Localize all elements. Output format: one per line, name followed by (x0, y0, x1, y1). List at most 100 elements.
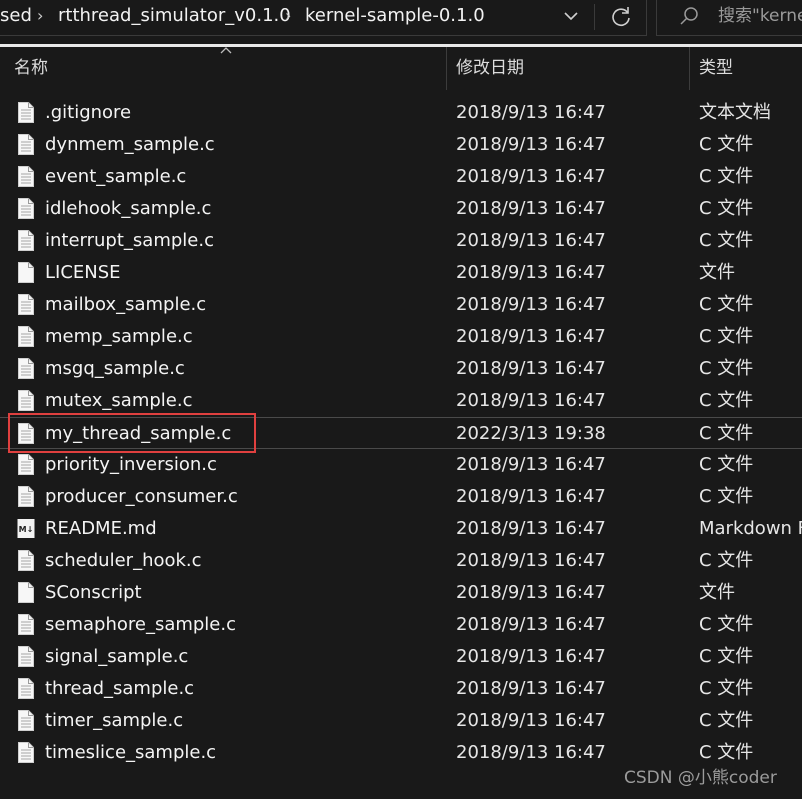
file-type: C 文件 (699, 326, 754, 347)
column-header-type[interactable]: 类型 (699, 56, 733, 80)
c-file-icon (18, 710, 34, 731)
file-row[interactable]: .gitignore 2018/9/13 16:47 文本文档 (0, 97, 802, 129)
address-divider (594, 4, 595, 30)
file-type: 文本文档 (699, 102, 771, 123)
search-placeholder[interactable]: 搜索"kerne (718, 3, 802, 29)
breadcrumb-parent[interactable]: sed (0, 3, 32, 29)
file-row[interactable]: scheduler_hook.c 2018/9/13 16:47 C 文件 (0, 545, 802, 577)
file-name[interactable]: LICENSE (45, 260, 121, 286)
file-row[interactable]: producer_consumer.c 2018/9/13 16:47 C 文件 (0, 481, 802, 513)
column-header-name[interactable]: 名称 (14, 56, 48, 80)
file-modified-date: 2018/9/13 16:47 (456, 614, 606, 635)
c-file-icon (18, 678, 34, 699)
file-name[interactable]: scheduler_hook.c (45, 548, 202, 574)
file-row[interactable]: priority_inversion.c 2018/9/13 16:47 C 文件 (0, 449, 802, 481)
file-name[interactable]: semaphore_sample.c (45, 612, 236, 638)
file-name[interactable]: timer_sample.c (45, 708, 183, 734)
file-row[interactable]: thread_sample.c 2018/9/13 16:47 C 文件 (0, 673, 802, 705)
file-name[interactable]: README.md (45, 516, 157, 542)
file-row[interactable]: SConscript 2018/9/13 16:47 文件 (0, 577, 802, 609)
file-row[interactable]: LICENSE 2018/9/13 16:47 文件 (0, 257, 802, 289)
file-type: C 文件 (699, 486, 754, 507)
file-type: Markdown F (699, 518, 802, 539)
file-type: C 文件 (699, 230, 754, 251)
column-resize-handle[interactable] (446, 47, 447, 90)
breadcrumb-separator[interactable]: › (285, 3, 291, 29)
search-box[interactable]: 搜索"kerne (656, 0, 802, 36)
c-file-icon (18, 550, 34, 571)
file-type: C 文件 (699, 134, 754, 155)
file-name[interactable]: timeslice_sample.c (45, 740, 216, 766)
file-type: C 文件 (699, 358, 754, 379)
file-row[interactable]: timer_sample.c 2018/9/13 16:47 C 文件 (0, 705, 802, 737)
file-row[interactable]: mailbox_sample.c 2018/9/13 16:47 C 文件 (0, 289, 802, 321)
file-name[interactable]: .gitignore (45, 100, 131, 126)
file-type: C 文件 (699, 454, 754, 475)
file-row[interactable]: my_thread_sample.c 2022/3/13 19:38 C 文件 (0, 417, 802, 449)
file-modified-date: 2018/9/13 16:47 (456, 518, 606, 539)
blank-file-icon (18, 582, 34, 603)
file-name[interactable]: msgq_sample.c (45, 356, 185, 382)
c-file-icon (18, 742, 34, 763)
watermark: CSDN @小熊coder (624, 768, 777, 788)
file-modified-date: 2022/3/13 19:38 (456, 423, 606, 444)
file-modified-date: 2018/9/13 16:47 (456, 486, 606, 507)
file-modified-date: 2018/9/13 16:47 (456, 230, 606, 251)
file-name[interactable]: mutex_sample.c (45, 388, 192, 414)
c-file-icon (18, 390, 34, 411)
breadcrumb-separator[interactable]: › (37, 3, 43, 29)
file-name[interactable]: interrupt_sample.c (45, 228, 214, 254)
c-file-icon (18, 423, 34, 444)
file-modified-date: 2018/9/13 16:47 (456, 326, 606, 347)
file-modified-date: 2018/9/13 16:47 (456, 550, 606, 571)
file-modified-date: 2018/9/13 16:47 (456, 294, 606, 315)
chevron-down-icon[interactable] (560, 5, 582, 27)
file-type: C 文件 (699, 294, 754, 315)
file-name[interactable]: producer_consumer.c (45, 484, 238, 510)
file-modified-date: 2018/9/13 16:47 (456, 198, 606, 219)
c-file-icon (18, 166, 34, 187)
file-name[interactable]: SConscript (45, 580, 142, 606)
file-row[interactable]: idlehook_sample.c 2018/9/13 16:47 C 文件 (0, 193, 802, 225)
breadcrumb-kernel-sample[interactable]: kernel-sample-0.1.0 (305, 3, 485, 29)
file-row[interactable]: dynmem_sample.c 2018/9/13 16:47 C 文件 (0, 129, 802, 161)
file-row[interactable]: signal_sample.c 2018/9/13 16:47 C 文件 (0, 641, 802, 673)
file-name[interactable]: my_thread_sample.c (45, 421, 231, 447)
file-row[interactable]: timeslice_sample.c 2018/9/13 16:47 C 文件 (0, 737, 802, 769)
search-icon (680, 7, 698, 25)
c-file-icon (18, 358, 34, 379)
file-name[interactable]: idlehook_sample.c (45, 196, 211, 222)
file-modified-date: 2018/9/13 16:47 (456, 678, 606, 699)
refresh-icon[interactable] (607, 3, 635, 31)
file-row[interactable]: M↓ README.md 2018/9/13 16:47 Markdown F (0, 513, 802, 545)
file-row[interactable]: semaphore_sample.c 2018/9/13 16:47 C 文件 (0, 609, 802, 641)
column-resize-handle[interactable] (689, 47, 690, 90)
file-name[interactable]: priority_inversion.c (45, 452, 217, 478)
file-row[interactable]: memp_sample.c 2018/9/13 16:47 C 文件 (0, 321, 802, 353)
file-name[interactable]: dynmem_sample.c (45, 132, 215, 158)
file-modified-date: 2018/9/13 16:47 (456, 742, 606, 763)
address-bar[interactable]: sed › rtthread_simulator_v0.1.0 › kernel… (0, 0, 647, 36)
file-name[interactable]: mailbox_sample.c (45, 292, 206, 318)
file-name[interactable]: memp_sample.c (45, 324, 193, 350)
file-modified-date: 2018/9/13 16:47 (456, 710, 606, 731)
file-name[interactable]: event_sample.c (45, 164, 186, 190)
column-header-modified[interactable]: 修改日期 (456, 56, 524, 80)
file-row[interactable]: interrupt_sample.c 2018/9/13 16:47 C 文件 (0, 225, 802, 257)
file-row[interactable]: mutex_sample.c 2018/9/13 16:47 C 文件 (0, 385, 802, 417)
file-type: C 文件 (699, 423, 754, 444)
file-modified-date: 2018/9/13 16:47 (456, 134, 606, 155)
column-header: 名称 修改日期 类型 (0, 47, 802, 90)
file-name[interactable]: signal_sample.c (45, 644, 188, 670)
file-row[interactable]: msgq_sample.c 2018/9/13 16:47 C 文件 (0, 353, 802, 385)
file-modified-date: 2018/9/13 16:47 (456, 646, 606, 667)
svg-text:M↓: M↓ (19, 525, 34, 534)
file-modified-date: 2018/9/13 16:47 (456, 358, 606, 379)
file-type: 文件 (699, 262, 735, 283)
c-file-icon (18, 454, 34, 475)
c-file-icon (18, 294, 34, 315)
top-bar: sed › rtthread_simulator_v0.1.0 › kernel… (0, 0, 802, 47)
file-name[interactable]: thread_sample.c (45, 676, 194, 702)
breadcrumb-rtthread-simulator[interactable]: rtthread_simulator_v0.1.0 (58, 3, 291, 29)
file-row[interactable]: event_sample.c 2018/9/13 16:47 C 文件 (0, 161, 802, 193)
